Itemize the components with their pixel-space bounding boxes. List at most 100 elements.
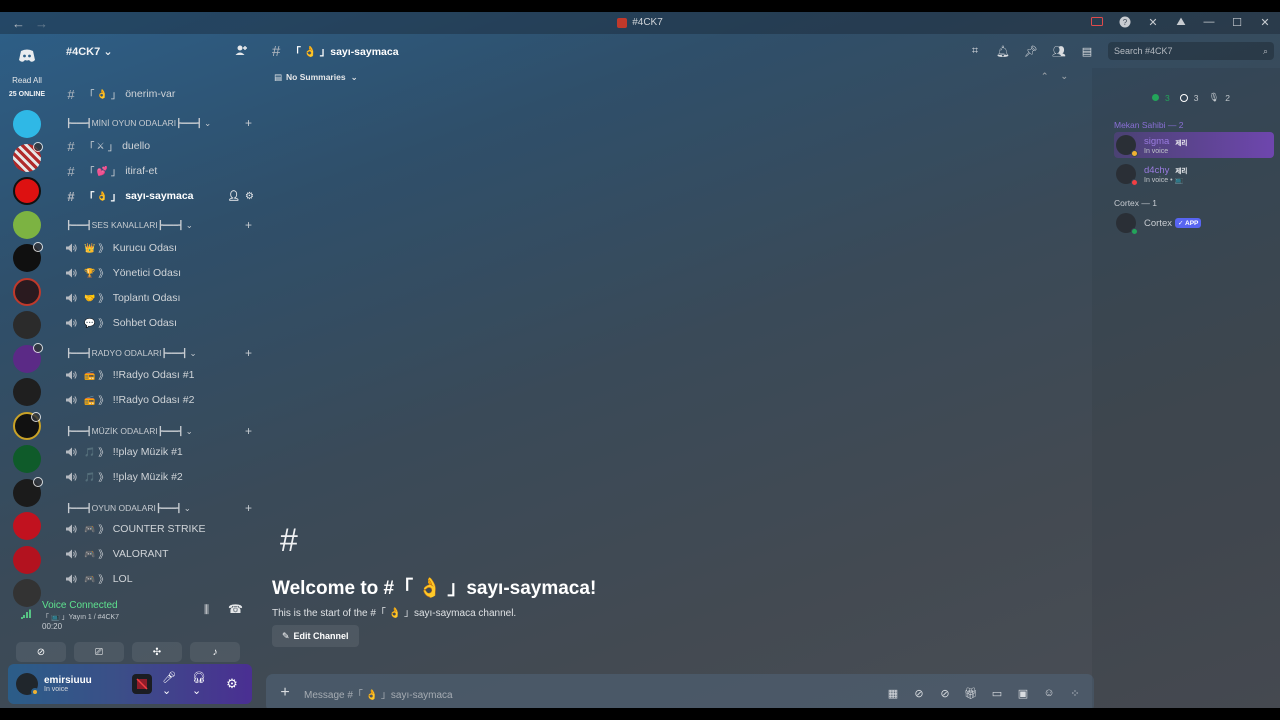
close-icon[interactable]: ✕ [1258, 15, 1272, 29]
back-arrow-icon[interactable]: ← [12, 16, 25, 31]
soundboard-button[interactable]: ♪ [190, 642, 240, 662]
text-channel[interactable]: # 「👌」 önerim-var [62, 83, 254, 105]
server-icon-13[interactable] [13, 512, 41, 540]
calendar-icon[interactable]: ▦ [886, 686, 900, 700]
invite-people-icon[interactable] [235, 44, 248, 59]
server-icon-5[interactable] [13, 242, 43, 272]
apps-grid-icon[interactable]: ⁘ [1068, 686, 1082, 700]
server-icon-11[interactable] [13, 445, 41, 473]
voice-channel[interactable]: 📻 》 !!Radyo Odası #1 [62, 364, 254, 386]
server-icon-7[interactable] [13, 311, 41, 339]
tools-icon[interactable]: ✕ [1146, 15, 1160, 29]
attach-plus-icon[interactable]: + [266, 684, 304, 702]
search-input[interactable]: Search #4CK7 [1114, 46, 1173, 56]
server-icon-10[interactable] [13, 411, 41, 440]
server-icon-4[interactable] [13, 210, 41, 239]
microphone-icon[interactable]: 🎤︎⌄ [162, 672, 182, 697]
maximize-icon[interactable]: ☐ [1230, 15, 1244, 29]
channel-category[interactable]: ┣━━━┫RADYO ODALARI┣━━━┫ ⌄ + [66, 346, 252, 360]
server-icon-14[interactable] [13, 545, 41, 574]
server-icon-3[interactable] [13, 177, 41, 205]
voice-channel[interactable]: 🎵 》 !!play Müzik #1 [62, 441, 254, 463]
chevron-up-icon[interactable]: ⌃ [1041, 71, 1049, 82]
settings-gear-icon[interactable]: ⚙ [222, 674, 242, 694]
server-icon-8[interactable] [13, 342, 43, 373]
voice-channel[interactable]: 🎵 》 !!play Müzik #2 [62, 466, 254, 488]
voice-channel[interactable]: 🤝 》 Toplantı Odası [62, 287, 254, 309]
chevron-down-icon[interactable]: ⌄ [1060, 71, 1068, 82]
voice-channel[interactable]: 🎮 》 VALORANT [62, 543, 254, 565]
add-channel-icon[interactable]: + [245, 346, 252, 360]
status-dot [1131, 150, 1138, 157]
minimize-icon[interactable]: — [1202, 15, 1216, 29]
server-icon-6[interactable] [13, 277, 41, 306]
message-composer[interactable]: + Message #「 👌 」sayı-saymaca ▦ ⊘ ⊘ 🎁︎ ▭ … [266, 674, 1094, 708]
voice-channel[interactable]: 🎮 》 COUNTER STRIKE [62, 518, 254, 540]
summaries-bar[interactable]: ▤ No Summaries ⌄ ⌃ ⌄ [266, 68, 1086, 86]
inbox-icon[interactable]: ⛰ [1174, 15, 1188, 29]
channel-category[interactable]: ┣━━━┫OYUN ODALARI┣━━━┫ ⌄ + [66, 501, 252, 515]
search-bar[interactable]: Search #4CK7 ⌕ [1108, 42, 1274, 60]
bracket-open: 「 [84, 88, 95, 101]
notification-bell-icon[interactable]: 🔔︎ [996, 44, 1010, 58]
discord-home-button[interactable] [11, 40, 43, 72]
add-channel-icon[interactable]: + [245, 218, 252, 232]
member-item[interactable]: d4chy 제리 In voice • 📺 [1114, 161, 1274, 187]
member-item[interactable]: sigma 제리 In voice [1114, 132, 1274, 158]
gif-icon[interactable]: ▭ [990, 686, 1004, 700]
voice-channel[interactable]: 📻 》 !!Radyo Odası #2 [62, 389, 254, 411]
add-channel-icon[interactable]: + [245, 424, 252, 438]
username[interactable]: emirsiuuu [44, 675, 92, 686]
headphones-icon[interactable]: 🎧︎⌄ [192, 672, 212, 697]
edit-channel-button[interactable]: ✎ Edit Channel [272, 625, 359, 647]
channel-category[interactable]: ┣━━━┫MÜZİK ODALARI┣━━━┫ ⌄ + [66, 424, 252, 438]
member-item[interactable]: Cortex ✓ APP [1114, 210, 1274, 236]
help-icon[interactable]: ? [1118, 15, 1132, 29]
server-icon-12[interactable] [13, 476, 43, 507]
disconnect-icon[interactable]: ☎ [228, 602, 243, 616]
camera-off-button[interactable]: ⊘ [16, 642, 66, 662]
add-channel-icon[interactable]: + [245, 116, 252, 130]
noise-suppression-icon[interactable]: ⫼ [204, 604, 209, 617]
pin-icon[interactable]: 📌︎ [1024, 44, 1038, 58]
channel-settings-gear-icon[interactable]: ⚙ [245, 191, 254, 202]
speaker-icon [62, 549, 80, 559]
server-icon-9[interactable] [13, 378, 41, 406]
app-launcher-off-icon[interactable]: ⊘ [912, 686, 926, 700]
signal-icon[interactable] [20, 606, 32, 624]
chevron-down-icon: ⌄ [183, 502, 191, 513]
add-channel-icon[interactable]: + [245, 501, 252, 515]
screen-share-button[interactable]: ⎚ [74, 642, 124, 662]
voice-channel-link[interactable]: 「 📺 」Yayın 1 / #4CK7 [42, 612, 119, 622]
server-icon-1[interactable] [13, 110, 41, 138]
read-all-button[interactable]: Read All [12, 76, 42, 85]
text-channel[interactable]: # 「💕」 itiraf-et [62, 160, 254, 182]
activities-button[interactable]: ✣ [132, 642, 182, 662]
text-channel[interactable]: # 「👌」 sayı-saymaca 👤︎ ⚙ [62, 185, 254, 207]
server-icon-2[interactable] [13, 141, 43, 172]
voice-channel[interactable]: 👑 》 Kurucu Odası [62, 237, 254, 259]
sticker-icon[interactable]: ▣ [1016, 686, 1030, 700]
chevron-down-icon: ⌄ [185, 425, 193, 436]
message-input[interactable]: Message #「 👌 」sayı-saymaca [304, 686, 453, 701]
forward-arrow-icon[interactable]: → [35, 16, 48, 31]
channel-category[interactable]: ┣━━━┫MİNİ OYUN ODALARI┣━━━┫ ⌄ + [66, 116, 252, 130]
gift-icon[interactable]: 🎁︎ [964, 686, 978, 700]
guild-header[interactable]: #4CK7 ⌄ [54, 34, 260, 68]
threads-icon[interactable]: ⌗ [968, 44, 982, 58]
voice-channel[interactable]: 🏆 》 Yönetici Odası [62, 262, 254, 284]
voice-channel[interactable]: 🎮 》 LOL [62, 568, 254, 590]
invite-icon[interactable]: 👤︎ [227, 191, 240, 202]
app-off-icon[interactable]: ⊘ [938, 686, 952, 700]
channel-emoji: 🎮 [84, 548, 96, 559]
text-channel[interactable]: # 「⚔」 duello [62, 135, 254, 157]
channel-info-icon[interactable]: ▤ [1080, 44, 1094, 58]
screen-share-icon[interactable] [1090, 15, 1104, 29]
game-activity-icon[interactable] [132, 674, 152, 694]
member-list-icon[interactable]: 👥︎ [1052, 44, 1066, 58]
online-count: 25 ONLINE [8, 91, 46, 98]
avatar[interactable] [16, 673, 39, 696]
voice-channel[interactable]: 💬 》 Sohbet Odası [62, 312, 254, 334]
channel-category[interactable]: ┣━━━┫SES KANALLARI┣━━━┫ ⌄ + [66, 218, 252, 232]
emoji-icon[interactable]: ☺ [1042, 686, 1056, 700]
